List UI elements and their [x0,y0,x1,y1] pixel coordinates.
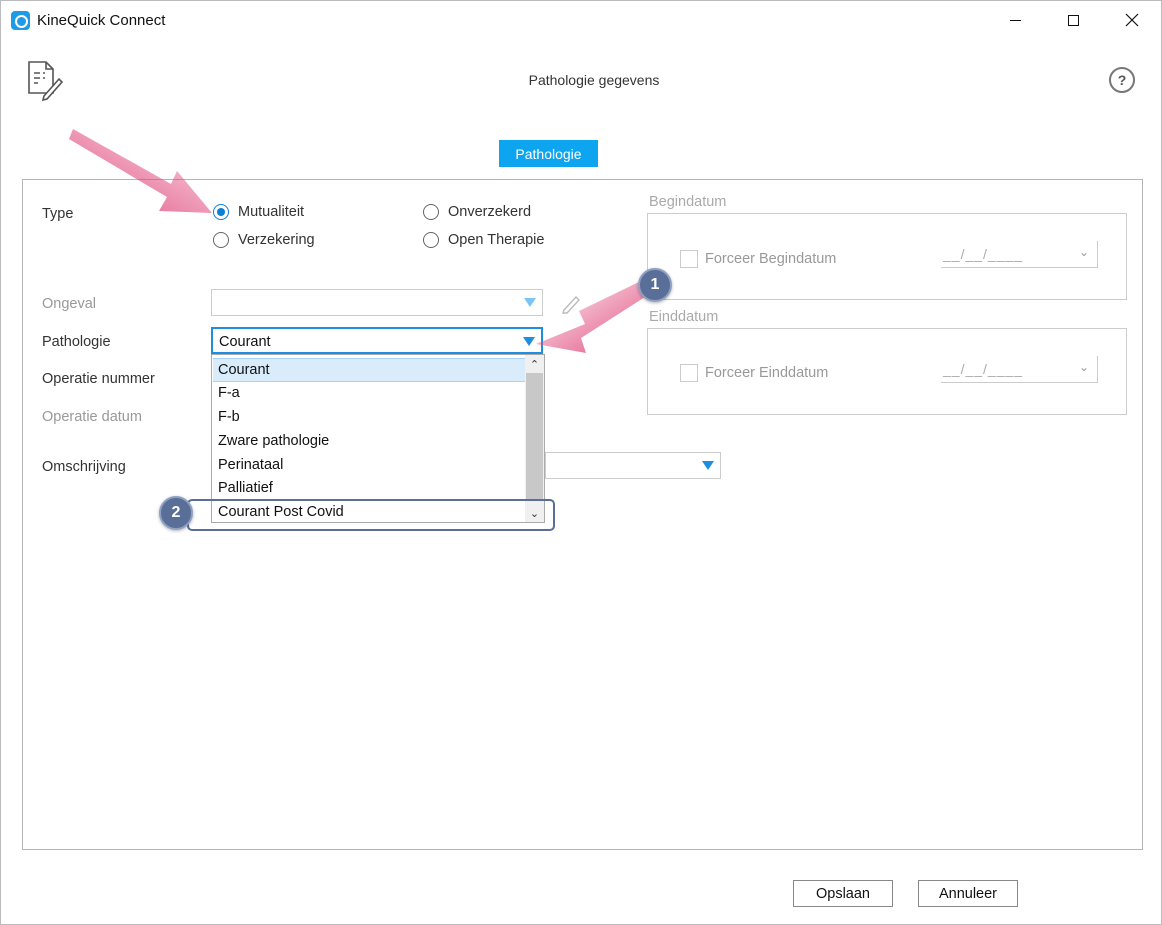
annotation-badge-2: 2 [159,496,193,530]
annotation-arrows [69,129,645,353]
app-window: KineQuick Connect Pathologie gegevens ? … [0,0,1162,925]
annotation-badge-1: 1 [638,268,672,302]
arrow-to-pathologie-caret [536,281,645,353]
arrow-to-mutualiteit [69,129,212,213]
annotation-highlight-box [187,499,555,531]
